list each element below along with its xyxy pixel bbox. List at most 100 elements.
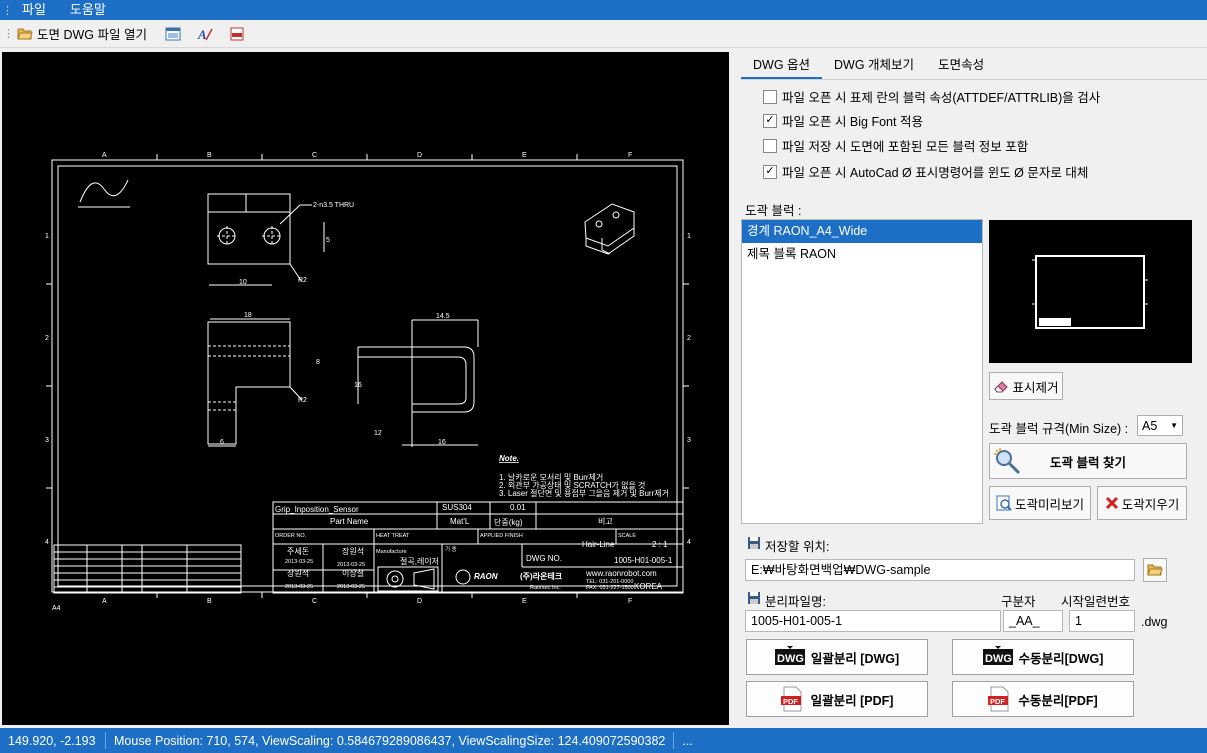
batch-split-dwg-label: 일괄분리 [DWG] (810, 651, 900, 666)
open-dwg-label: 도면 DWG 파일 열기 (37, 28, 147, 42)
block-section-title: 도곽 블럭 : (745, 204, 802, 218)
tb-finish-label: APPLIED FINISH (480, 533, 523, 539)
tb-date: 2013-03-25 (285, 584, 313, 590)
checkbox[interactable] (763, 138, 777, 153)
pdf-file-icon: PDF (780, 686, 803, 712)
part-top-view (207, 193, 325, 286)
separator-input[interactable]: _AA_ (1003, 610, 1063, 632)
option-check-diameter[interactable]: ✓ 파일 오픈 시 AutoCad Ø 표시명령어를 윈도 Ø 문자로 대체 (763, 162, 1088, 181)
row-label-left: 3 (45, 437, 49, 444)
pdf-export-button[interactable] (225, 23, 253, 45)
start-number-input[interactable]: 1 (1069, 610, 1135, 632)
block-list-item[interactable]: 제목 블록 RAON (742, 243, 982, 266)
row-label-right: 1 (687, 233, 691, 240)
magic-search-icon (994, 448, 1021, 475)
checkbox-checked[interactable]: ✓ (763, 113, 777, 128)
min-size-select[interactable]: A5 ▼ (1137, 415, 1183, 436)
drawing-border-outer (51, 159, 684, 593)
dim-text: R2 (298, 277, 307, 284)
browse-folder-button[interactable] (1143, 558, 1167, 582)
save-path-input[interactable]: E:₩바탕화면백업₩DWG-sample (745, 559, 1135, 581)
tb-scale-label: SCALE (618, 533, 636, 539)
grid-ticks (46, 154, 689, 598)
tb-date: 2013-03-25 (337, 562, 365, 568)
tb-drawn-by: 주세돈 (287, 547, 309, 556)
menu-help[interactable]: 도움말 (58, 0, 118, 20)
block-preview (989, 220, 1192, 363)
company-logo (455, 569, 471, 585)
dim-text: 6 (220, 439, 224, 446)
note-title: Note. (499, 454, 519, 463)
manual-split-pdf-button[interactable]: PDF 수동분리[PDF] (952, 681, 1134, 717)
tab-drawing-properties[interactable]: 도면속성 (926, 52, 996, 79)
option-check-attdef[interactable]: 파일 오픈 시 표제 란의 블럭 속성(ATTDEF/ATTRLIB)을 검사 (763, 87, 1100, 106)
thru-note: 2-n3.5 THRU (313, 202, 354, 209)
menu-bar: ⋮ 파일 도움말 (0, 0, 1207, 20)
col-label-bottom: B (207, 598, 212, 605)
option-label: 파일 저장 시 도면에 포함된 모든 블럭 정보 포함 (782, 140, 1029, 154)
status-coords: 149.920, -2.193 (8, 733, 96, 748)
tb-part-name-label: Part Name (330, 517, 369, 526)
col-label-bottom: A (102, 598, 107, 605)
option-check-save-blocks[interactable]: 파일 저장 시 도면에 포함된 모든 블럭 정보 포함 (763, 136, 1028, 155)
tb-dwg-no-label: DWG NO. (526, 554, 562, 563)
dim-text: 8 (316, 359, 320, 366)
clear-display-button[interactable]: 표시제거 (989, 372, 1063, 400)
preview-icon (996, 495, 1012, 511)
dim-text: 16 (354, 382, 362, 389)
find-block-button[interactable]: 도곽 블럭 찾기 (989, 443, 1187, 479)
preview-block-button[interactable]: 도곽미리보기 (989, 486, 1091, 520)
manual-split-dwg-button[interactable]: DWG 수동분리[DWG] (952, 639, 1134, 675)
option-check-bigfont[interactable]: ✓ 파일 오픈 시 Big Font 적용 (763, 111, 923, 130)
preview-block-label: 도곽미리보기 (1014, 497, 1084, 512)
folder-open-icon (1147, 564, 1163, 576)
menu-file[interactable]: 파일 (10, 0, 58, 20)
checkbox-checked[interactable]: ✓ (763, 164, 777, 179)
dim-text: 10 (239, 279, 247, 286)
split-name-label: 분리파일명: (765, 595, 826, 609)
batch-split-pdf-button[interactable]: PDF 일괄분리 [PDF] (746, 681, 928, 717)
dwg-drawing: A B C D E F A B C D E F 1 2 3 4 1 2 3 4 … (45, 152, 691, 612)
dim-text: 12 (374, 430, 382, 437)
batch-split-pdf-label: 일괄분리 [PDF] (810, 693, 894, 708)
pdf-badge-text: PDF (783, 697, 798, 706)
menu-grip: ⋮ (2, 4, 13, 17)
font-button[interactable]: A (193, 23, 221, 45)
erase-block-button[interactable]: 도곽지우기 (1097, 486, 1187, 520)
drawing-canvas[interactable]: A B C D E F A B C D E F 1 2 3 4 1 2 3 4 … (2, 52, 729, 725)
view-button[interactable] (161, 23, 189, 45)
separator-label: 구분자 (1001, 595, 1036, 609)
dwg-badge-text: DWG (777, 653, 804, 665)
tb-fax: FAX: 031-227-1500 (586, 585, 634, 591)
floppy-disk-icon (748, 537, 760, 549)
min-size-label: 도곽 블럭 규격(Min Size) : (989, 422, 1129, 436)
dim-text: 14.5 (436, 313, 450, 320)
eraser-icon (994, 381, 1009, 393)
split-name-input[interactable]: 1005-H01-005-1 (745, 610, 1001, 632)
clear-display-label: 표시제거 (1012, 380, 1059, 395)
col-label-bottom: D (417, 598, 422, 605)
row-label-left: 4 (45, 539, 49, 546)
option-label: 파일 오픈 시 표제 란의 블럭 속성(ATTDEF/ATTRLIB)을 검사 (782, 91, 1101, 105)
tab-dwg-options[interactable]: DWG 옵션 (741, 52, 823, 79)
batch-split-dwg-button[interactable]: DWG 일괄분리 [DWG] (746, 639, 928, 675)
block-list-item[interactable]: 경계 RAON_A4_Wide (742, 220, 982, 243)
tb-company-kr: (주)라온테크 (520, 571, 563, 581)
col-label-bottom: E (522, 598, 527, 605)
status-bar: 149.920, -2.193 Mouse Position: 710, 574… (0, 728, 1207, 753)
block-list[interactable]: 경계 RAON_A4_Wide 제목 블록 RAON (741, 219, 983, 524)
tab-dwg-objects[interactable]: DWG 개체보기 (822, 52, 926, 79)
part-side-view (357, 319, 479, 447)
tb-weight: 0.01 (510, 503, 526, 512)
tb-order-label: ORDER NO. (275, 533, 307, 539)
tb-part-name: Grip_Inposition_Sensor (275, 505, 359, 514)
tb-approved-by: 장원석 (287, 568, 309, 578)
col-label-bottom: F (628, 598, 632, 605)
dwg-badge-text: DWG (985, 653, 1012, 665)
svg-text:A: A (197, 27, 207, 41)
note-line: 3. Laser 절단면 및 용접부 그을음 제거 및 Burr제거 (499, 488, 669, 498)
close-icon (1105, 496, 1118, 510)
checkbox[interactable] (763, 89, 777, 104)
save-location-label: 저장할 위치: (765, 540, 830, 554)
open-dwg-button[interactable]: 도면 DWG 파일 열기 (13, 23, 151, 45)
